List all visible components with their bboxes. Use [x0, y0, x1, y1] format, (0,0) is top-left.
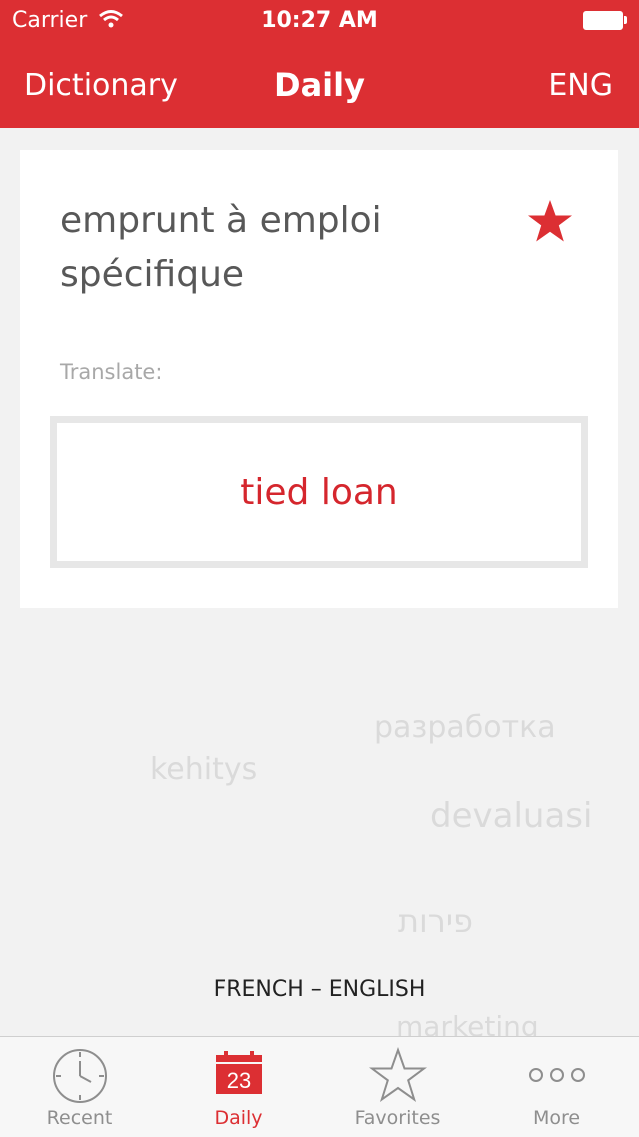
tab-label: Daily: [214, 1107, 263, 1129]
status-bar: Carrier 10:27 AM: [0, 0, 639, 42]
background-word: разработка: [374, 710, 556, 745]
tab-label: More: [532, 1107, 581, 1129]
translate-label: Translate:: [60, 360, 163, 384]
star-outline-icon: [368, 1046, 427, 1109]
tab-recent[interactable]: Recent: [0, 1037, 159, 1137]
battery-icon: [583, 11, 627, 30]
background-word: פירות: [398, 902, 473, 940]
favorite-star-icon[interactable]: [526, 198, 574, 246]
word-card: emprunt à emploi spécifique Translate: t…: [20, 150, 618, 608]
clock-icon: [51, 1047, 109, 1109]
tab-bar: Recent 23 Daily Favorites More: [0, 1036, 639, 1137]
background-word: marketing: [396, 1010, 539, 1036]
language-button[interactable]: ENG: [548, 68, 613, 103]
tab-more[interactable]: More: [477, 1037, 636, 1137]
tab-favorites[interactable]: Favorites: [318, 1037, 477, 1137]
nav-bar: Dictionary Daily ENG: [0, 42, 639, 128]
calendar-day: 23: [226, 1068, 250, 1093]
background-word: devaluasi: [430, 796, 593, 836]
tab-label: Recent: [46, 1107, 113, 1129]
calendar-icon: 23: [215, 1051, 263, 1099]
term-text: emprunt à emploi spécifique: [60, 200, 382, 295]
background-word: kehitys: [150, 752, 258, 787]
translation-text: tied loan: [240, 471, 398, 513]
more-dots-icon: [528, 1065, 586, 1089]
page-title: Daily: [274, 66, 365, 104]
translation-box[interactable]: tied loan: [50, 416, 588, 568]
language-pair-label: FRENCH – ENGLISH: [213, 977, 426, 1002]
background-word-cloud: разработка kehitys devaluasi פירות marke…: [0, 600, 639, 1036]
tab-label: Favorites: [354, 1107, 441, 1129]
status-time: 10:27 AM: [261, 8, 378, 33]
tab-daily[interactable]: 23 Daily: [159, 1037, 318, 1137]
